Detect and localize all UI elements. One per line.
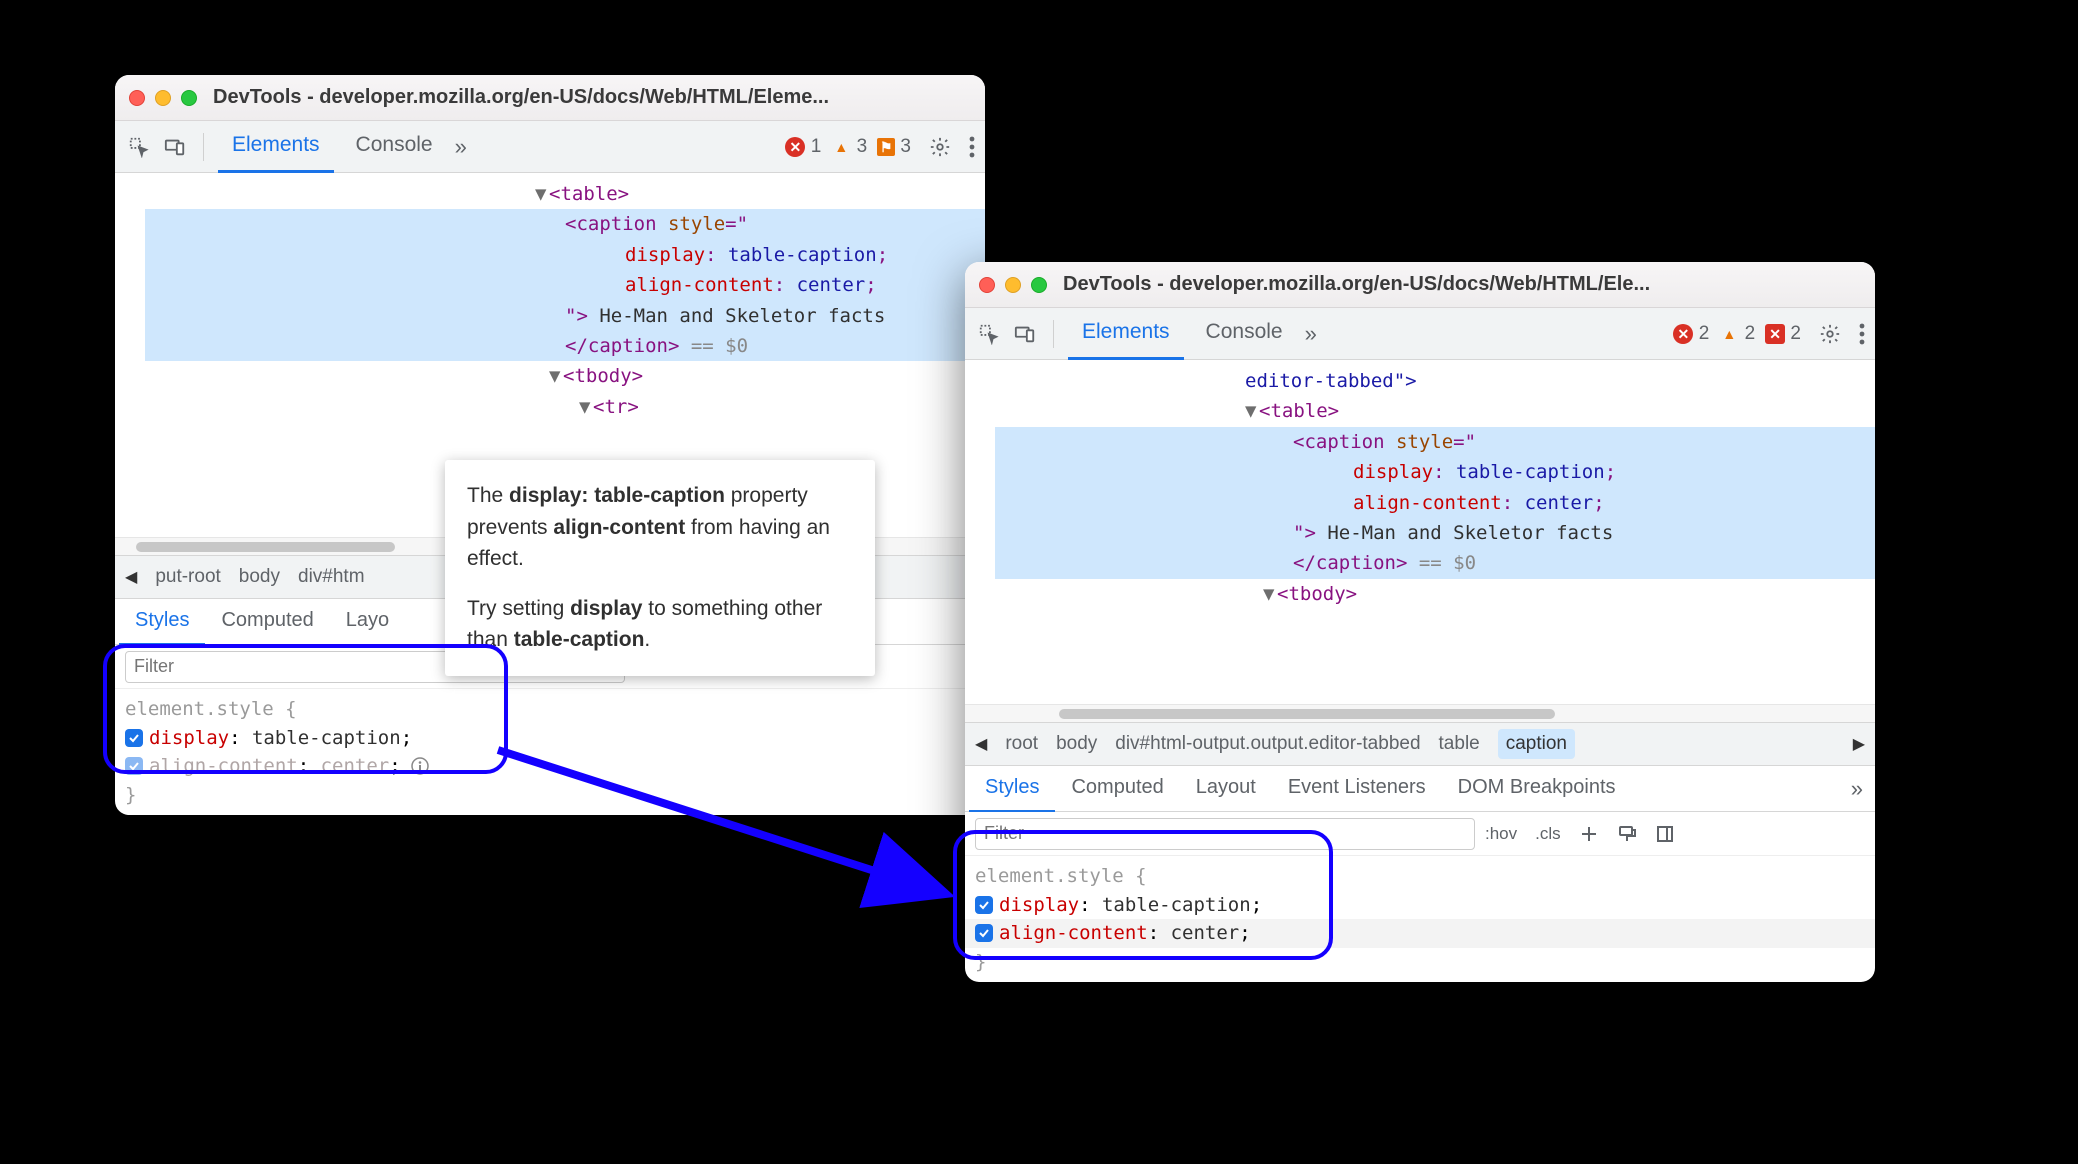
rule-checkbox[interactable] (975, 924, 993, 942)
error-count[interactable]: ✕ 2 (1673, 323, 1709, 345)
subtab-layout[interactable]: Layout (1180, 766, 1272, 812)
styles-filter-input[interactable] (975, 818, 1475, 850)
tab-elements[interactable]: Elements (1068, 308, 1184, 360)
breadcrumb-item[interactable]: div#html-output.output.editor-tabbed (1115, 733, 1420, 755)
error-count[interactable]: ✕ 1 (785, 136, 821, 158)
breadcrumb-item[interactable]: put-root (155, 566, 220, 588)
kebab-menu-icon[interactable] (969, 136, 975, 158)
computed-panel-icon[interactable] (1655, 824, 1675, 844)
kebab-menu-icon[interactable] (1859, 323, 1865, 345)
styles-subtabs: Styles Computed Layout Event Listeners D… (965, 766, 1875, 812)
styles-filter-bar: :hov .cls (965, 812, 1875, 856)
traffic-lights (129, 90, 197, 106)
paint-icon[interactable] (1617, 824, 1637, 844)
titlebar[interactable]: DevTools - developer.mozilla.org/en-US/d… (115, 75, 985, 121)
subtab-event-listeners[interactable]: Event Listeners (1272, 766, 1442, 812)
more-subtabs-icon[interactable]: » (1851, 778, 1871, 800)
minimize-window-button[interactable] (155, 90, 171, 106)
subtab-computed[interactable]: Computed (205, 599, 329, 645)
subtab-layout[interactable]: Layo (330, 599, 405, 645)
window-title: DevTools - developer.mozilla.org/en-US/d… (1063, 273, 1650, 296)
settings-gear-icon[interactable] (1819, 323, 1841, 345)
breadcrumb[interactable]: ◀ root body div#html-output.output.edito… (965, 722, 1875, 766)
issue-count[interactable]: ✕ 2 (1765, 323, 1801, 345)
info-icon[interactable] (411, 757, 429, 775)
warning-count[interactable]: ▲ 3 (831, 136, 867, 158)
more-tabs-icon[interactable]: » (1305, 323, 1317, 345)
rule-checkbox[interactable] (125, 757, 143, 775)
tab-elements[interactable]: Elements (218, 121, 334, 173)
cls-toggle[interactable]: .cls (1535, 824, 1561, 844)
new-rule-icon[interactable] (1579, 824, 1599, 844)
breadcrumb-item[interactable]: body (1056, 733, 1097, 755)
settings-gear-icon[interactable] (929, 136, 951, 158)
rule-checkbox[interactable] (975, 896, 993, 914)
subtab-styles[interactable]: Styles (119, 599, 205, 645)
breadcrumb-prev-icon[interactable]: ◀ (975, 734, 987, 754)
traffic-lights (979, 277, 1047, 293)
dom-scrollbar[interactable] (965, 704, 1875, 722)
window-title: DevTools - developer.mozilla.org/en-US/d… (213, 86, 829, 109)
status-counts[interactable]: ✕ 1 ▲ 3 ⚑ 3 (785, 136, 911, 158)
styles-rules[interactable]: element.style { display: table-caption; … (965, 856, 1875, 982)
subtab-dom-breakpoints[interactable]: DOM Breakpoints (1442, 766, 1632, 812)
device-toggle-icon[interactable] (1011, 323, 1039, 345)
more-tabs-icon[interactable]: » (455, 136, 467, 158)
main-toolbar: Elements Console » ✕ 1 ▲ 3 ⚑ 3 (115, 121, 985, 173)
devtools-window-left: DevTools - developer.mozilla.org/en-US/d… (115, 75, 985, 815)
zoom-window-button[interactable] (1031, 277, 1047, 293)
main-toolbar: Elements Console » ✕ 2 ▲ 2 ✕ 2 (965, 308, 1875, 360)
devtools-window-right: DevTools - developer.mozilla.org/en-US/d… (965, 262, 1875, 982)
subtab-styles[interactable]: Styles (969, 766, 1055, 812)
rule-checkbox[interactable] (125, 729, 143, 747)
close-window-button[interactable] (979, 277, 995, 293)
close-window-button[interactable] (129, 90, 145, 106)
device-toggle-icon[interactable] (161, 136, 189, 158)
dom-tree[interactable]: editor-tabbed"> ▼<table> <caption style=… (965, 360, 1875, 704)
subtab-computed[interactable]: Computed (1055, 766, 1179, 812)
breadcrumb-item[interactable]: div#htm (298, 566, 365, 588)
css-hint-tooltip: The display: table-caption property prev… (445, 460, 875, 676)
tab-console[interactable]: Console (1192, 308, 1297, 360)
titlebar[interactable]: DevTools - developer.mozilla.org/en-US/d… (965, 262, 1875, 308)
breadcrumb-item[interactable]: table (1439, 733, 1480, 755)
tab-console[interactable]: Console (342, 121, 447, 173)
status-counts[interactable]: ✕ 2 ▲ 2 ✕ 2 (1673, 323, 1801, 345)
breadcrumb-item[interactable]: root (1005, 733, 1038, 755)
issue-count[interactable]: ⚑ 3 (877, 136, 911, 158)
breadcrumb-next-icon[interactable]: ▶ (1853, 734, 1865, 754)
breadcrumb-item-selected[interactable]: caption (1498, 729, 1575, 759)
minimize-window-button[interactable] (1005, 277, 1021, 293)
zoom-window-button[interactable] (181, 90, 197, 106)
styles-rules[interactable]: element.style { display: table-caption; … (115, 689, 985, 815)
warning-count[interactable]: ▲ 2 (1719, 323, 1755, 345)
inspect-icon[interactable] (975, 323, 1003, 345)
hov-toggle[interactable]: :hov (1485, 824, 1517, 844)
breadcrumb-item[interactable]: body (239, 566, 280, 588)
breadcrumb-prev-icon[interactable]: ◀ (125, 567, 137, 587)
inspect-icon[interactable] (125, 136, 153, 158)
